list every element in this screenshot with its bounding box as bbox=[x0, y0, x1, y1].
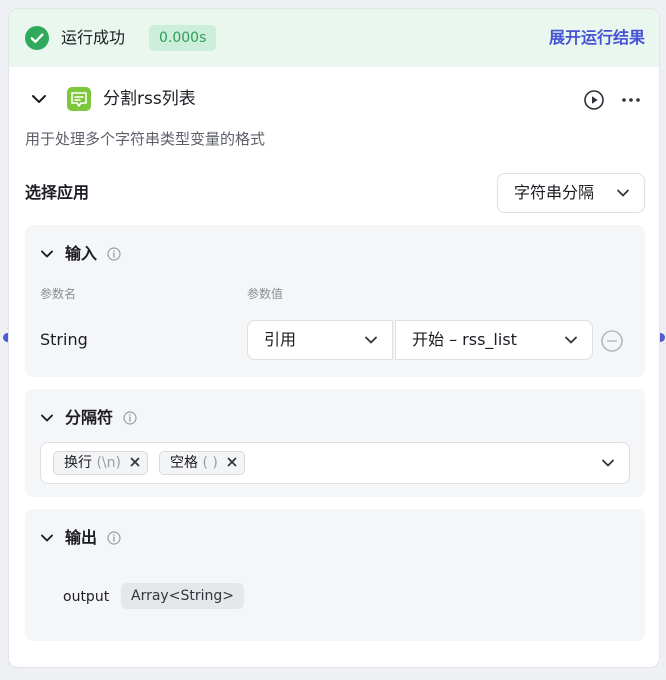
info-icon[interactable] bbox=[107, 247, 121, 261]
param-name-header: 参数名 bbox=[40, 287, 77, 301]
node-header: 分割rss列表 bbox=[9, 81, 659, 117]
output-name: output bbox=[63, 589, 110, 605]
chevron-down-icon bbox=[41, 534, 53, 542]
close-icon[interactable] bbox=[129, 456, 141, 468]
chevron-down-icon bbox=[617, 189, 629, 197]
separator-tag-hint: (\n) bbox=[96, 455, 121, 471]
close-icon[interactable] bbox=[226, 456, 238, 468]
str-split-logo-icon bbox=[67, 87, 91, 111]
chevron-down-icon bbox=[565, 336, 577, 344]
remove-circle-icon[interactable] bbox=[600, 329, 624, 353]
app-select[interactable]: 字符串分隔 bbox=[497, 173, 645, 213]
output-type-badge: Array<String> bbox=[121, 583, 244, 609]
node-card[interactable]: 运行成功 0.000s 展开运行结果 分割rss列表 用于处理多个字符串类型变量… bbox=[8, 8, 660, 668]
select-app-label: 选择应用 bbox=[25, 183, 90, 202]
separator-tag-hint: ( ) bbox=[202, 455, 218, 471]
ref-type-value: 引用 bbox=[264, 330, 297, 349]
status-text: 运行成功 bbox=[61, 28, 126, 47]
param-name: String bbox=[40, 330, 88, 349]
separator-tag-label: 换行 bbox=[64, 455, 92, 471]
ref-type-select[interactable]: 引用 bbox=[247, 320, 393, 360]
input-section: 输入 参数名 参数值 String 引用 开始 – rss_list bbox=[25, 225, 645, 377]
play-circle-icon[interactable] bbox=[583, 89, 605, 111]
separator-tag: 空格 ( ) bbox=[159, 451, 246, 475]
ref-variable-value: 开始 – rss_list bbox=[412, 330, 517, 349]
separator-tag: 换行 (\n) bbox=[53, 451, 149, 475]
info-icon[interactable] bbox=[123, 411, 137, 425]
more-icon[interactable] bbox=[619, 89, 643, 111]
info-icon[interactable] bbox=[107, 531, 121, 545]
ref-variable-select[interactable]: 开始 – rss_list bbox=[395, 320, 593, 360]
param-value-header: 参数值 bbox=[247, 287, 284, 301]
input-section-title: 输入 bbox=[65, 244, 98, 263]
expand-results-link[interactable]: 展开运行结果 bbox=[549, 28, 645, 48]
output-section-title: 输出 bbox=[65, 528, 98, 547]
check-circle-icon bbox=[25, 26, 49, 50]
separator-tag-label: 空格 bbox=[170, 455, 198, 471]
duration-badge: 0.000s bbox=[149, 25, 217, 51]
node-title[interactable]: 分割rss列表 bbox=[103, 89, 196, 109]
output-section: 输出 output Array<String> bbox=[25, 509, 645, 641]
chevron-down-icon[interactable] bbox=[29, 89, 49, 109]
node-description: 用于处理多个字符串类型变量的格式 bbox=[25, 130, 266, 148]
chevron-down-icon bbox=[41, 250, 53, 258]
chevron-down-icon bbox=[41, 414, 53, 422]
separator-section: 分隔符 换行 (\n) 空格 ( ) bbox=[25, 389, 645, 497]
run-status-bar: 运行成功 0.000s 展开运行结果 bbox=[9, 9, 659, 67]
separator-section-title: 分隔符 bbox=[65, 408, 114, 427]
chevron-down-icon bbox=[602, 459, 614, 467]
chevron-down-icon bbox=[365, 336, 377, 344]
separator-tags-select[interactable]: 换行 (\n) 空格 ( ) bbox=[40, 442, 630, 484]
app-select-value: 字符串分隔 bbox=[514, 183, 595, 202]
